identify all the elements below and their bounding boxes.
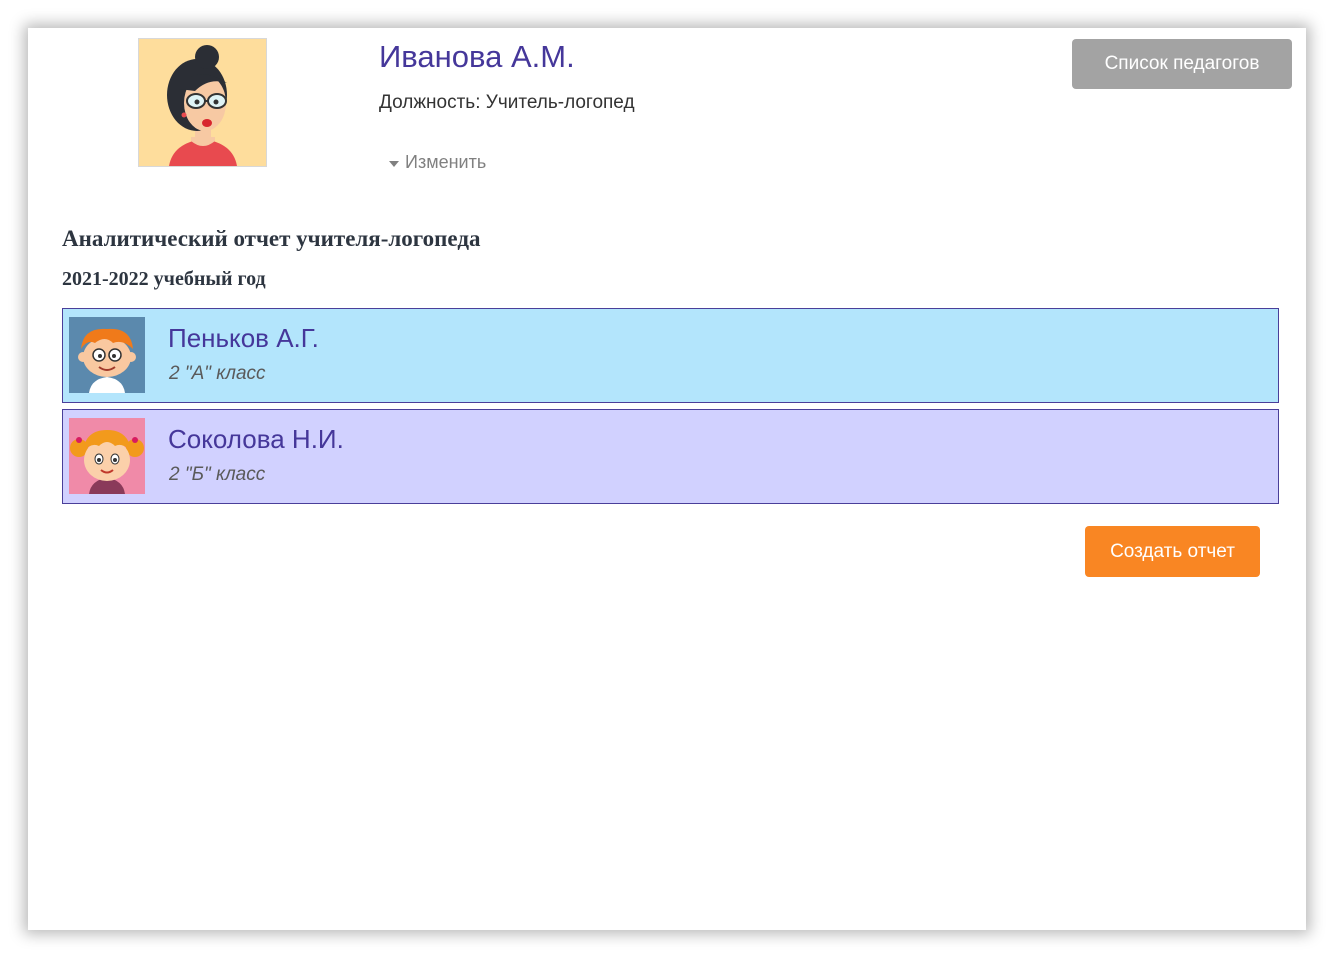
report-title: Аналитический отчет учителя-логопеда — [62, 226, 481, 251]
page-frame: Иванова А.М. Должность: Учитель-логопед … — [28, 28, 1306, 930]
create-report-button[interactable]: Создать отчет — [1085, 526, 1260, 577]
caret-down-icon — [389, 160, 399, 167]
student-class: 2 "Б" класс — [169, 464, 266, 485]
student-class: 2 "А" класс — [169, 363, 266, 384]
report-year: 2021-2022 учебный год — [62, 268, 266, 290]
student-name: Пеньков А.Г. — [168, 323, 319, 353]
edit-dropdown[interactable]: Изменить — [389, 152, 486, 173]
teacher-name: Иванова А.М. — [379, 39, 575, 74]
teachers-list-button[interactable]: Список педагогов — [1072, 39, 1292, 89]
student-card[interactable]: Пеньков А.Г. 2 "А" класс — [62, 308, 1279, 403]
teacher-avatar-icon — [138, 38, 267, 167]
student-name: Соколова Н.И. — [168, 424, 344, 454]
student-card[interactable]: Соколова Н.И. 2 "Б" класс — [62, 409, 1279, 504]
teacher-position: Должность: Учитель-логопед — [379, 92, 635, 113]
edit-label: Изменить — [405, 152, 487, 172]
boy-avatar-icon — [69, 317, 145, 393]
girl-avatar-icon — [69, 418, 145, 494]
